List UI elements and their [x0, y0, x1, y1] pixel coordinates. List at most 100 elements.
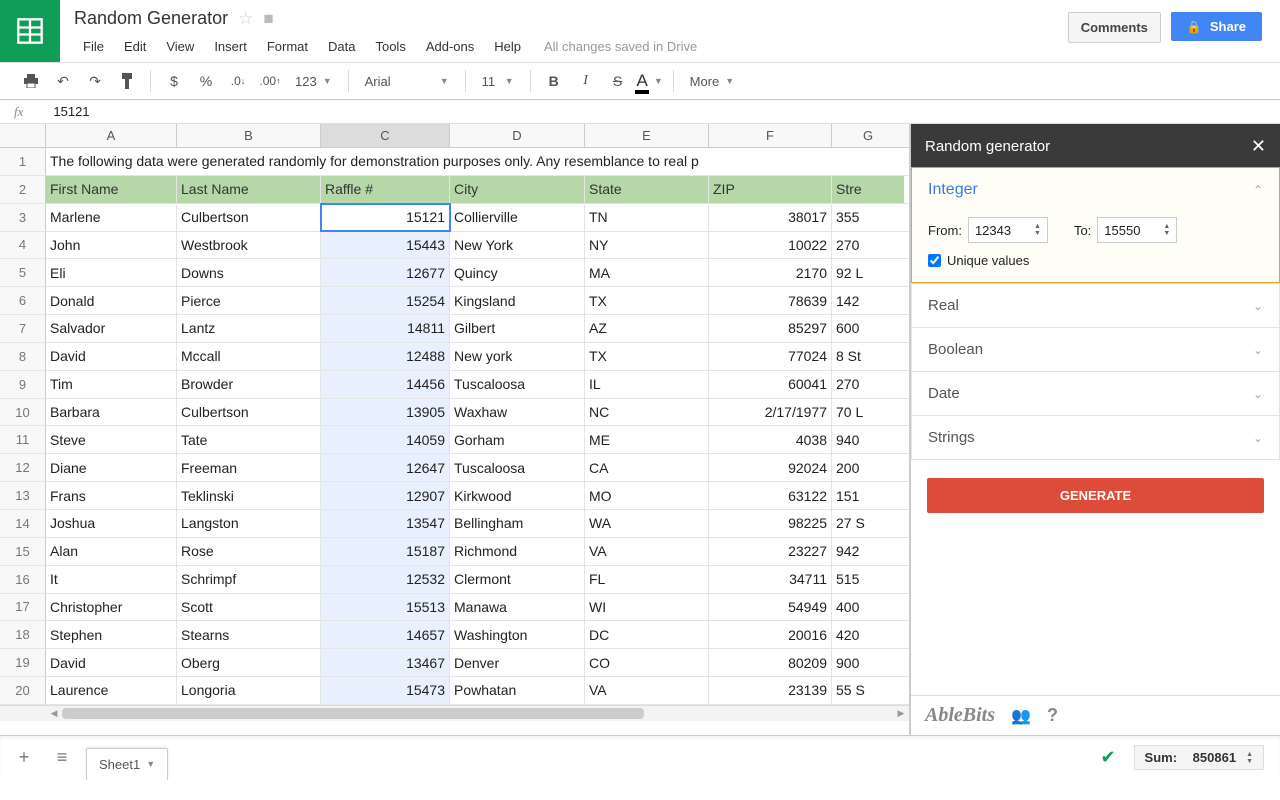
undo-icon[interactable]: ↶ — [48, 68, 78, 94]
cell[interactable]: Tate — [177, 426, 321, 453]
row-header[interactable]: 8 — [0, 343, 46, 370]
col-header-D[interactable]: D — [450, 124, 585, 147]
cell[interactable]: State — [585, 176, 709, 203]
cell-street[interactable]: 70 L — [832, 399, 904, 426]
cell-zip[interactable]: 80209 — [709, 649, 832, 676]
cell[interactable]: NC — [585, 399, 709, 426]
cell-zip[interactable]: 20016 — [709, 621, 832, 648]
col-header-C[interactable]: C — [321, 124, 450, 147]
cell-zip[interactable]: 10022 — [709, 232, 832, 259]
section-integer[interactable]: Integer⌃ — [911, 167, 1280, 211]
cell[interactable]: Culbertson — [177, 204, 321, 231]
row-header[interactable]: 19 — [0, 649, 46, 676]
dec-decimal-icon[interactable]: .0↓ — [223, 68, 253, 94]
section-boolean[interactable]: Boolean⌄ — [912, 327, 1279, 371]
cell[interactable]: Schrimpf — [177, 566, 321, 593]
italic-icon[interactable]: I — [571, 68, 601, 94]
cell[interactable]: Washington — [450, 621, 585, 648]
ablebits-logo[interactable]: AbleBits — [925, 704, 995, 727]
cell-raffle[interactable]: 14456 — [321, 371, 450, 398]
cell[interactable]: Scott — [177, 594, 321, 621]
cell[interactable]: AZ — [585, 315, 709, 342]
cell-street[interactable]: 142 — [832, 287, 904, 314]
cell-zip[interactable]: 2170 — [709, 259, 832, 286]
cell[interactable]: Teklinski — [177, 482, 321, 509]
row-header[interactable]: 5 — [0, 259, 46, 286]
spinner-down-icon[interactable]: ▼ — [1163, 230, 1170, 237]
row-header[interactable]: 13 — [0, 482, 46, 509]
folder-icon[interactable]: ■ — [263, 9, 273, 29]
menu-insert[interactable]: Insert — [205, 35, 256, 58]
cell[interactable]: Gilbert — [450, 315, 585, 342]
cell-street[interactable]: 151 — [832, 482, 904, 509]
cell[interactable]: Mccall — [177, 343, 321, 370]
cell-zip[interactable]: 78639 — [709, 287, 832, 314]
cell[interactable]: David — [46, 649, 177, 676]
cell[interactable]: Salvador — [46, 315, 177, 342]
cell-zip[interactable]: 23139 — [709, 677, 832, 704]
cell-raffle[interactable]: 13467 — [321, 649, 450, 676]
cell-street[interactable]: 55 S — [832, 677, 904, 704]
section-real[interactable]: Real⌄ — [912, 283, 1279, 327]
row-header[interactable]: 15 — [0, 538, 46, 565]
menu-addons[interactable]: Add-ons — [417, 35, 483, 58]
print-icon[interactable] — [16, 68, 46, 94]
cell[interactable]: Donald — [46, 287, 177, 314]
cell[interactable]: Longoria — [177, 677, 321, 704]
cell-zip[interactable]: 23227 — [709, 538, 832, 565]
row-header[interactable]: 17 — [0, 594, 46, 621]
cell-zip[interactable]: 60041 — [709, 371, 832, 398]
cell-zip[interactable]: 85297 — [709, 315, 832, 342]
cell[interactable]: FL — [585, 566, 709, 593]
row-header[interactable]: 2 — [0, 176, 46, 203]
cell-raffle[interactable]: 15254 — [321, 287, 450, 314]
cell-street[interactable]: 92 L — [832, 259, 904, 286]
to-input[interactable]: 15550 ▲▼ — [1097, 217, 1177, 243]
row-header[interactable]: 7 — [0, 315, 46, 342]
share-button[interactable]: 🔒 Share — [1171, 12, 1262, 41]
banner-cell[interactable]: The following data were generated random… — [46, 148, 904, 175]
paint-format-icon[interactable] — [112, 68, 142, 94]
cell[interactable]: City — [450, 176, 585, 203]
font-size-dropdown[interactable]: 11▼ — [474, 68, 522, 94]
cell-zip[interactable]: 38017 — [709, 204, 832, 231]
cell[interactable]: First Name — [46, 176, 177, 203]
cell[interactable]: Culbertson — [177, 399, 321, 426]
cell[interactable]: CA — [585, 454, 709, 481]
menu-help[interactable]: Help — [485, 35, 530, 58]
cell-raffle[interactable]: 12907 — [321, 482, 450, 509]
font-dropdown[interactable]: Arial▼ — [357, 68, 457, 94]
unique-checkbox[interactable]: Unique values — [928, 253, 1263, 268]
cell-street[interactable]: 355 — [832, 204, 904, 231]
cell[interactable]: John — [46, 232, 177, 259]
cell[interactable]: DC — [585, 621, 709, 648]
cell[interactable]: Stephen — [46, 621, 177, 648]
cell[interactable]: IL — [585, 371, 709, 398]
percent-icon[interactable]: % — [191, 68, 221, 94]
cell-zip[interactable]: 4038 — [709, 426, 832, 453]
spinner-up-icon[interactable]: ▲ — [1163, 223, 1170, 230]
cell[interactable]: Browder — [177, 371, 321, 398]
cell[interactable]: Eli — [46, 259, 177, 286]
col-header-G[interactable]: G — [832, 124, 904, 147]
cell[interactable]: Steve — [46, 426, 177, 453]
cell-raffle[interactable]: 15121 — [321, 204, 450, 231]
number-format-dropdown[interactable]: 123▼ — [287, 68, 340, 94]
cell[interactable]: Laurence — [46, 677, 177, 704]
all-sheets-icon[interactable]: ≡ — [48, 744, 76, 772]
cell[interactable]: Gorham — [450, 426, 585, 453]
col-header-A[interactable]: A — [46, 124, 177, 147]
cell[interactable]: Richmond — [450, 538, 585, 565]
cell-raffle[interactable]: 13547 — [321, 510, 450, 537]
cell[interactable]: New York — [450, 232, 585, 259]
cell-street[interactable]: 200 — [832, 454, 904, 481]
cell[interactable]: Kingsland — [450, 287, 585, 314]
cell[interactable]: Quincy — [450, 259, 585, 286]
cell-zip[interactable]: 54949 — [709, 594, 832, 621]
cell[interactable]: Raffle # — [321, 176, 450, 203]
cell[interactable]: MO — [585, 482, 709, 509]
col-header-B[interactable]: B — [177, 124, 321, 147]
cell[interactable]: WI — [585, 594, 709, 621]
cell-raffle[interactable]: 12677 — [321, 259, 450, 286]
cell-street[interactable]: 400 — [832, 594, 904, 621]
